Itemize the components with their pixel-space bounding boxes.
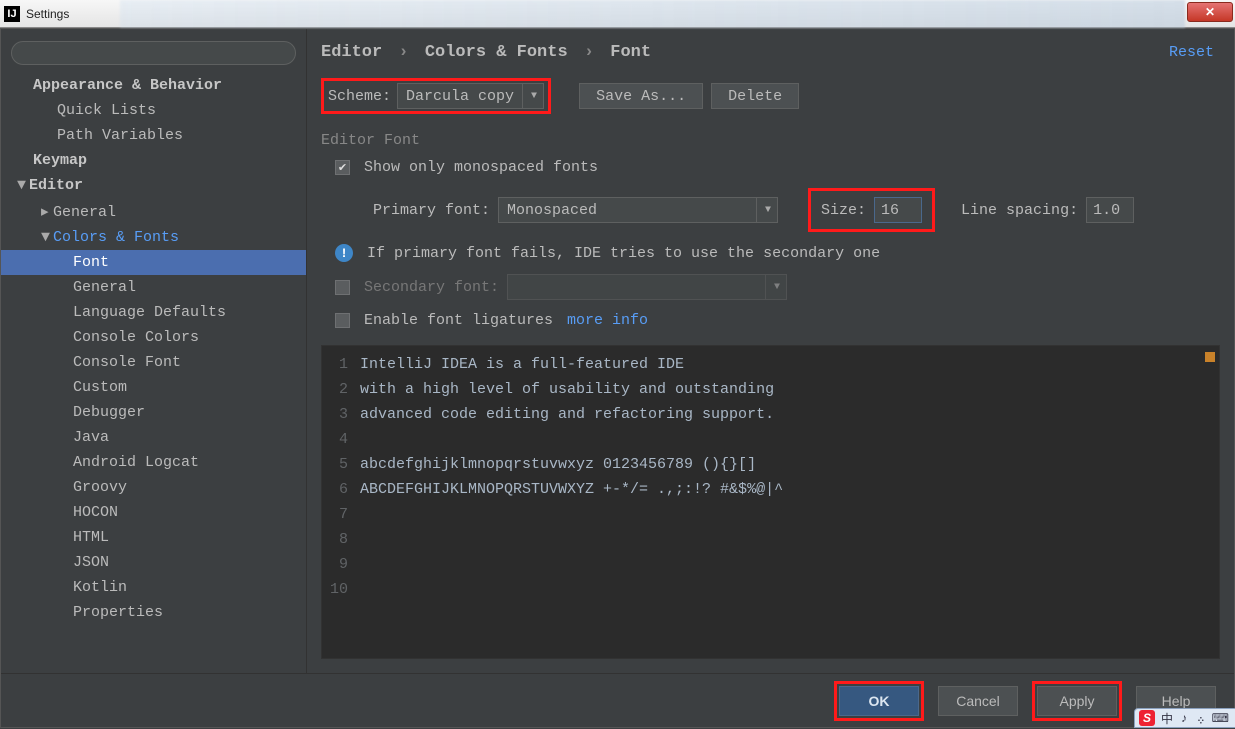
tree-item[interactable]: Console Colors [1,325,306,350]
main-panel: Editor › Colors & Fonts › Font Reset Sch… [307,29,1234,673]
line-spacing-input[interactable] [1086,197,1134,223]
tree-item[interactable]: ▸General [1,198,306,225]
app-icon: IJ [4,6,20,22]
window-title: Settings [26,7,69,21]
tree-item[interactable]: Java [1,425,306,450]
ime-s-icon: S [1139,710,1155,726]
tree-item[interactable]: Console Font [1,350,306,375]
font-preview: 12345678910 IntelliJ IDEA is a full-feat… [321,345,1220,659]
tree-item[interactable]: Keymap [1,148,306,173]
tree-item[interactable]: Kotlin [1,575,306,600]
dialog-footer: OK Cancel Apply Help [1,673,1234,727]
font-size-input[interactable] [874,197,922,223]
scheme-dropdown[interactable]: Darcula copy ▼ [397,83,544,109]
breadcrumb-editor[interactable]: Editor [321,43,382,62]
monospaced-checkbox[interactable] [335,160,350,175]
monospaced-label: Show only monospaced fonts [364,159,598,176]
breadcrumb-colors-fonts[interactable]: Colors & Fonts [425,43,568,62]
ligatures-label: Enable font ligatures [364,312,553,329]
scheme-label: Scheme: [328,88,391,105]
fallback-info: If primary font fails, IDE tries to use … [367,245,880,262]
more-info-link[interactable]: more info [567,312,648,329]
tree-item[interactable]: Quick Lists [1,98,306,123]
save-as-button[interactable]: Save As... [579,83,703,109]
tray-item[interactable]: ⌨ [1210,711,1231,725]
preview-gutter: 12345678910 [322,346,354,658]
tray-item[interactable]: ᠅ [1193,708,1206,729]
tree-item[interactable]: Appearance & Behavior [1,73,306,98]
tray-item[interactable]: ♪ [1179,711,1189,725]
secondary-font-checkbox[interactable] [335,280,350,295]
tree-item[interactable]: General [1,275,306,300]
ligatures-checkbox[interactable] [335,313,350,328]
ok-button[interactable]: OK [839,686,919,716]
tray-item[interactable]: 中 [1159,710,1175,727]
reset-link[interactable]: Reset [1169,44,1214,61]
tree-item[interactable]: ▼Editor [1,173,306,198]
apply-button[interactable]: Apply [1037,686,1117,716]
sidebar: Appearance & BehaviorQuick ListsPath Var… [1,29,307,673]
tree-item[interactable]: HOCON [1,500,306,525]
preview-marker [1205,352,1215,362]
chevron-down-icon: ▼ [765,275,780,299]
tree-item[interactable]: Debugger [1,400,306,425]
breadcrumb-sep: › [584,43,594,62]
tree-item[interactable]: Font [1,250,306,275]
primary-font-label: Primary font: [373,202,490,219]
scheme-value: Darcula copy [406,88,514,105]
secondary-font-dropdown[interactable]: ▼ [507,274,787,300]
editor-font-section: Editor Font [307,120,1234,153]
tree-item[interactable]: JSON [1,550,306,575]
cancel-button[interactable]: Cancel [938,686,1018,716]
chevron-down-icon: ▼ [522,84,537,108]
settings-tree[interactable]: Appearance & BehaviorQuick ListsPath Var… [1,73,306,673]
secondary-font-label: Secondary font: [364,279,499,296]
line-spacing-label: Line spacing: [961,202,1078,219]
tree-item[interactable]: Path Variables [1,123,306,148]
breadcrumb-sep: › [398,43,408,62]
tree-item[interactable]: Language Defaults [1,300,306,325]
tree-item[interactable]: ▼Colors & Fonts [1,225,306,250]
ime-tray[interactable]: S 中 ♪ ᠅ ⌨ [1134,708,1235,728]
breadcrumb: Editor › Colors & Fonts › Font Reset [307,29,1234,72]
delete-button[interactable]: Delete [711,83,799,109]
primary-font-dropdown[interactable]: Monospaced ▼ [498,197,778,223]
info-icon: ! [335,244,353,262]
breadcrumb-font: Font [610,43,651,62]
tree-item[interactable]: HTML [1,525,306,550]
titlebar-blur [120,0,1185,28]
titlebar: IJ Settings ✕ [0,0,1235,28]
tree-item[interactable]: Groovy [1,475,306,500]
chevron-down-icon: ▼ [756,198,771,222]
tree-item[interactable]: Android Logcat [1,450,306,475]
preview-content: IntelliJ IDEA is a full-featured IDEwith… [322,346,1219,602]
size-label: Size: [821,202,866,219]
window-close-button[interactable]: ✕ [1187,2,1233,22]
primary-font-value: Monospaced [507,202,597,219]
tree-item[interactable]: Properties [1,600,306,625]
tree-item[interactable]: Custom [1,375,306,400]
search-input[interactable] [11,41,296,65]
